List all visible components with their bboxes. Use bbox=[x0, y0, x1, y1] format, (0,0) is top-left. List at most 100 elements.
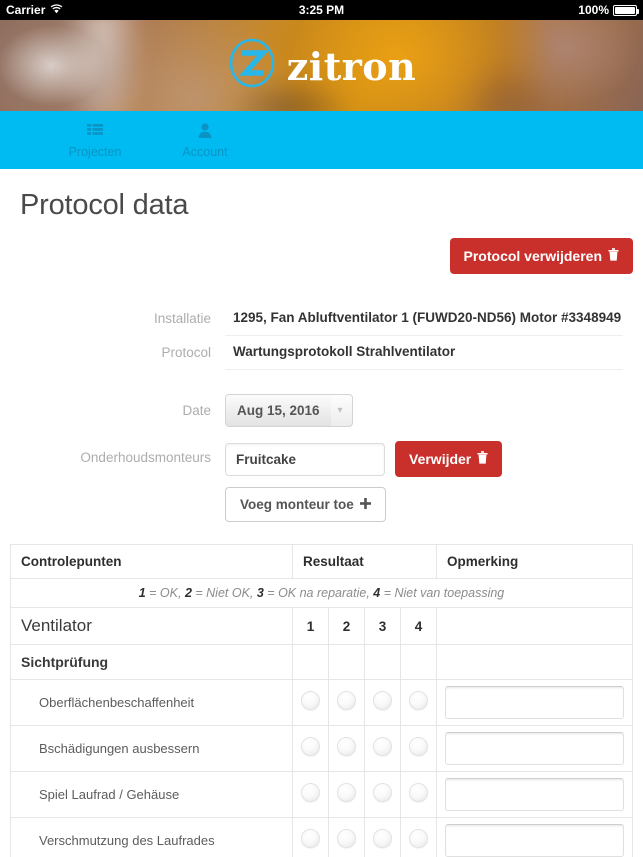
protocol-value: Wartungsprotokoll Strahlventilator bbox=[225, 336, 623, 370]
battery-percent-label: 100% bbox=[578, 3, 609, 17]
section-title: Sichtprüfung bbox=[10, 644, 293, 680]
list-icon bbox=[40, 122, 150, 140]
radio-option-3[interactable] bbox=[373, 690, 392, 710]
trash-icon bbox=[608, 248, 619, 264]
radio-option-2[interactable] bbox=[337, 828, 356, 848]
table-row: Oberflächenbeschaffenheit bbox=[10, 679, 633, 726]
result-radio-cell-1[interactable] bbox=[292, 817, 329, 857]
table-section-row: Sichtprüfung bbox=[10, 644, 633, 680]
date-dropdown-value: Aug 15, 2016 bbox=[226, 395, 331, 426]
form-row-installatie: Installatie 1295, Fan Abluftventilator 1… bbox=[10, 302, 633, 336]
date-dropdown[interactable]: Aug 15, 2016 ▾ bbox=[225, 394, 353, 427]
delete-protocol-button[interactable]: Protocol verwijderen bbox=[449, 238, 633, 274]
remark-input[interactable] bbox=[445, 778, 624, 811]
main-navigation-bar: Projecten Account bbox=[0, 111, 643, 169]
radio-option-2[interactable] bbox=[337, 782, 356, 802]
header-opmerking: Opmerking bbox=[436, 544, 633, 579]
result-column-header-1: 1 bbox=[292, 607, 329, 645]
onderhoudsmonteurs-label: Onderhoudsmonteurs bbox=[80, 450, 211, 465]
radio-option-4[interactable] bbox=[409, 782, 429, 802]
table-header-row: Controlepunten Resultaat Opmerking bbox=[10, 544, 633, 579]
battery-icon bbox=[613, 4, 639, 16]
remark-cell bbox=[436, 679, 633, 726]
nav-item-account[interactable]: Account bbox=[150, 122, 260, 159]
group-title: Ventilator bbox=[10, 607, 293, 645]
result-radio-cell-2[interactable] bbox=[328, 725, 365, 772]
result-radio-cell-1[interactable] bbox=[292, 679, 329, 726]
add-monteur-button-label: Voeg monteur toe bbox=[240, 497, 354, 512]
brand-logo[interactable]: zitron bbox=[0, 20, 643, 111]
result-radio-cell-4[interactable] bbox=[399, 725, 438, 772]
monteur-name-input[interactable] bbox=[225, 442, 385, 476]
status-right: 100% bbox=[578, 3, 639, 17]
page-content: Protocol data Protocol verwijderen Insta… bbox=[0, 169, 643, 857]
form-row-protocol: Protocol Wartungsprotokoll Strahlventila… bbox=[10, 336, 633, 370]
group-remark-cell bbox=[436, 607, 633, 645]
legend-text: 1 = OK, 2 = Niet OK, 3 = OK na reparatie… bbox=[10, 578, 633, 608]
add-monteur-button[interactable]: Voeg monteur toe bbox=[225, 487, 386, 522]
protocol-table-wrapper: Controlepunten Resultaat Opmerking 1 = OK, … bbox=[10, 522, 633, 857]
checkpoint-label: Bschädigungen ausbessern bbox=[10, 725, 293, 772]
radio-option-1[interactable] bbox=[301, 782, 320, 802]
result-radio-cell-3[interactable] bbox=[364, 771, 401, 818]
ios-status-bar: Carrier 3:25 PM 100% bbox=[0, 0, 643, 20]
radio-option-3[interactable] bbox=[373, 736, 392, 756]
radio-option-4[interactable] bbox=[409, 690, 429, 710]
table-row: Bschädigungen ausbessern bbox=[10, 725, 633, 772]
remove-monteur-button-label: Verwijder bbox=[409, 451, 472, 467]
table-row: Spiel Laufrad / Gehäuse bbox=[10, 771, 633, 818]
radio-option-4[interactable] bbox=[409, 828, 429, 848]
remark-input[interactable] bbox=[445, 686, 624, 719]
remark-cell bbox=[436, 817, 633, 857]
remark-input[interactable] bbox=[445, 732, 624, 765]
nav-item-projecten[interactable]: Projecten bbox=[40, 122, 150, 159]
radio-option-3[interactable] bbox=[373, 828, 392, 848]
result-radio-cell-4[interactable] bbox=[399, 771, 438, 818]
remark-cell bbox=[436, 725, 633, 772]
radio-option-1[interactable] bbox=[301, 690, 320, 710]
installatie-label: Installatie bbox=[153, 311, 211, 326]
result-radio-cell-4[interactable] bbox=[399, 817, 438, 857]
nav-item-account-label: Account bbox=[182, 144, 228, 159]
remark-cell bbox=[436, 771, 633, 818]
radio-option-1[interactable] bbox=[301, 736, 320, 756]
table-row: Verschmutzung des Laufrades bbox=[10, 817, 633, 857]
result-radio-cell-2[interactable] bbox=[328, 771, 365, 818]
header-hero-banner: zitron bbox=[0, 20, 643, 111]
chevron-down-icon: ▾ bbox=[337, 405, 343, 416]
checkpoint-label: Verschmutzung des Laufrades bbox=[10, 817, 293, 857]
result-radio-cell-2[interactable] bbox=[328, 679, 365, 726]
date-label: Date bbox=[182, 403, 211, 418]
trash-icon bbox=[477, 451, 488, 467]
result-radio-cell-2[interactable] bbox=[328, 817, 365, 857]
result-radio-cell-3[interactable] bbox=[364, 679, 401, 726]
form-row-date: Date Aug 15, 2016 ▾ bbox=[10, 394, 633, 427]
nav-item-projecten-label: Projecten bbox=[68, 144, 122, 159]
user-icon bbox=[150, 122, 260, 140]
remove-monteur-button[interactable]: Verwijder bbox=[395, 441, 503, 477]
remark-input[interactable] bbox=[445, 824, 624, 857]
page-title: Protocol data bbox=[20, 189, 189, 221]
radio-option-4[interactable] bbox=[409, 736, 429, 756]
result-column-header-3: 3 bbox=[364, 607, 401, 645]
protocol-table: Controlepunten Resultaat Opmerking 1 = OK, … bbox=[10, 544, 633, 857]
result-radio-cell-1[interactable] bbox=[292, 771, 329, 818]
result-radio-cell-1[interactable] bbox=[292, 725, 329, 772]
radio-option-1[interactable] bbox=[301, 828, 320, 848]
header-resultaat: Resultaat bbox=[291, 544, 438, 579]
plus-icon bbox=[359, 497, 371, 512]
checkpoint-label: Spiel Laufrad / Gehäuse bbox=[10, 771, 293, 818]
result-radio-cell-3[interactable] bbox=[364, 817, 401, 857]
result-column-header-2: 2 bbox=[328, 607, 365, 645]
delete-protocol-button-label: Protocol verwijderen bbox=[463, 248, 602, 264]
result-radio-cell-3[interactable] bbox=[364, 725, 401, 772]
radio-option-2[interactable] bbox=[337, 690, 356, 710]
clock-label: 3:25 PM bbox=[298, 3, 345, 17]
radio-option-3[interactable] bbox=[373, 782, 392, 802]
radio-option-2[interactable] bbox=[337, 736, 356, 756]
brand-logo-text: zitron bbox=[286, 43, 417, 89]
monteur-row: Verwijder bbox=[225, 441, 623, 477]
result-radio-cell-4[interactable] bbox=[399, 679, 438, 726]
result-column-header-4: 4 bbox=[399, 607, 438, 645]
table-legend-row: 1 = OK, 2 = Niet OK, 3 = OK na reparatie… bbox=[10, 578, 633, 608]
